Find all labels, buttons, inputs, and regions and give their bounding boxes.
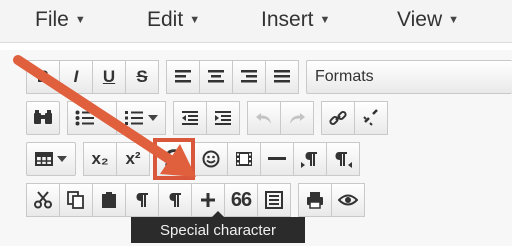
subscript-button[interactable]: x₂ — [83, 142, 117, 176]
pilcrow-ltr-icon — [301, 152, 317, 168]
unlink-icon — [363, 109, 378, 126]
insert-link-button[interactable] — [321, 101, 355, 135]
insert-media-button[interactable] — [227, 142, 261, 176]
italic-button[interactable]: I — [59, 60, 93, 94]
link-icon — [329, 110, 347, 126]
eye-icon — [338, 194, 358, 206]
chevron-down-icon — [57, 156, 67, 162]
outdent-button[interactable] — [173, 101, 207, 135]
blockquote-button[interactable]: 66 — [224, 183, 258, 217]
pilcrow-icon — [136, 193, 148, 207]
align-center-button[interactable] — [199, 60, 233, 94]
plus-icon — [201, 193, 215, 207]
chevron-down-icon: ▼ — [74, 14, 86, 26]
emoticons-button[interactable] — [194, 142, 228, 176]
horizontal-rule-icon — [268, 157, 286, 160]
film-icon — [236, 152, 252, 166]
copy-button[interactable] — [59, 183, 93, 217]
find-replace-button[interactable] — [26, 101, 60, 135]
preview-button[interactable] — [331, 183, 365, 217]
menu-view[interactable]: View ▼ — [397, 8, 459, 32]
chevron-down-icon: ▼ — [319, 14, 331, 26]
align-justify-icon — [274, 70, 290, 83]
align-right-button[interactable] — [232, 60, 266, 94]
ltr-direction-button[interactable] — [293, 142, 327, 176]
chevron-down-icon: ▼ — [448, 14, 460, 26]
template-button[interactable] — [257, 183, 291, 217]
clipboard-icon — [102, 192, 116, 208]
scissors-icon — [34, 191, 52, 209]
template-icon — [265, 191, 283, 209]
menu-bar: File ▼ Edit ▼ Insert ▼ View ▼ — [0, 0, 512, 43]
table-button[interactable] — [26, 142, 76, 176]
redo-icon — [290, 113, 305, 124]
undo-icon — [256, 113, 271, 124]
chevron-down-icon — [148, 115, 158, 121]
unlink-button[interactable] — [354, 101, 388, 135]
smiley-icon — [202, 150, 220, 168]
bullet-list-icon — [75, 110, 94, 126]
binoculars-icon — [34, 110, 52, 124]
outdent-icon — [182, 111, 198, 125]
bullet-list-button[interactable] — [67, 101, 117, 135]
print-button[interactable] — [298, 183, 332, 217]
indent-button[interactable] — [206, 101, 240, 135]
align-center-icon — [208, 70, 224, 83]
chevron-down-icon — [99, 115, 109, 121]
indent-icon — [215, 111, 231, 125]
horizontal-rule-button[interactable] — [260, 142, 294, 176]
special-character-button[interactable]: Ω — [153, 138, 195, 180]
cut-button[interactable] — [26, 183, 60, 217]
chevron-down-icon: ▼ — [189, 14, 201, 26]
strikethrough-button[interactable]: S — [125, 60, 159, 94]
paste-button[interactable] — [92, 183, 126, 217]
align-justify-button[interactable] — [265, 60, 299, 94]
bold-button[interactable]: B — [26, 60, 60, 94]
table-icon — [35, 152, 53, 166]
special-character-tooltip: Special character — [131, 211, 305, 243]
align-left-icon — [175, 70, 191, 83]
printer-icon — [307, 192, 323, 209]
formats-dropdown[interactable]: Formats — [306, 60, 512, 94]
redo-button[interactable] — [280, 101, 314, 135]
numbered-list-icon — [125, 111, 143, 125]
menu-file[interactable]: File ▼ — [35, 8, 86, 32]
superscript-button[interactable]: x² — [116, 142, 150, 176]
numbered-list-button[interactable] — [116, 101, 166, 135]
show-blocks-button[interactable] — [125, 183, 159, 217]
menu-edit[interactable]: Edit ▼ — [147, 8, 200, 32]
align-left-button[interactable] — [166, 60, 200, 94]
rtl-direction-button[interactable] — [326, 142, 360, 176]
pilcrow-rtl-icon — [335, 152, 352, 168]
pilcrow-icon — [169, 193, 181, 207]
align-right-icon — [241, 70, 257, 83]
underline-button[interactable]: U — [92, 60, 126, 94]
menu-insert[interactable]: Insert ▼ — [261, 8, 330, 32]
copy-icon — [67, 191, 84, 209]
formats-label: Formats — [315, 68, 374, 85]
visual-chars-button[interactable] — [158, 183, 192, 217]
undo-button[interactable] — [247, 101, 281, 135]
